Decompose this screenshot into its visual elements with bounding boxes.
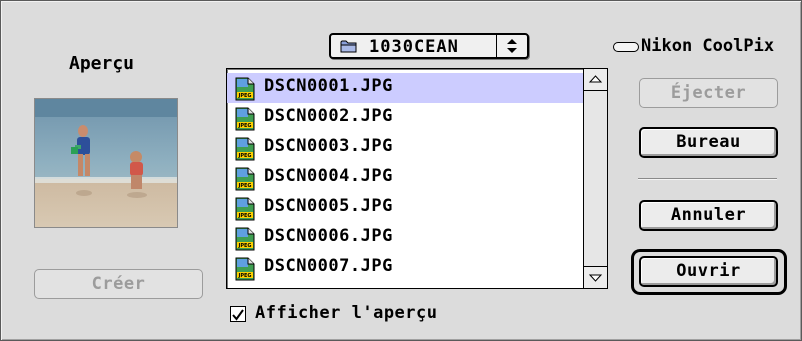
- vertical-scrollbar[interactable]: [583, 69, 607, 288]
- up-down-arrows-icon: [496, 35, 527, 57]
- file-name: DSCN0007.JPG: [264, 256, 393, 276]
- file-row[interactable]: JPEG DSCN0004.JPG: [227, 163, 583, 193]
- file-name: DSCN0004.JPG: [264, 166, 393, 186]
- jpeg-file-icon: JPEG: [235, 137, 255, 161]
- svg-text:JPEG: JPEG: [237, 183, 251, 189]
- desktop-button[interactable]: Bureau: [639, 127, 778, 158]
- svg-text:JPEG: JPEG: [237, 153, 251, 159]
- jpeg-file-icon: JPEG: [235, 167, 255, 191]
- file-row[interactable]: JPEG DSCN0007.JPG: [227, 253, 583, 283]
- scroll-up-button[interactable]: [584, 69, 607, 91]
- file-row[interactable]: JPEG DSCN0002.JPG: [227, 103, 583, 133]
- jpeg-file-icon: JPEG: [235, 227, 255, 251]
- preview-title: Aperçu: [69, 53, 135, 74]
- file-name: DSCN0001.JPG: [264, 76, 393, 96]
- file-row[interactable]: JPEG DSCN0005.JPG: [227, 193, 583, 223]
- scroll-down-arrow-icon: [588, 274, 603, 282]
- file-name: DSCN0003.JPG: [264, 136, 393, 156]
- cancel-button[interactable]: Annuler: [639, 200, 778, 231]
- svg-text:JPEG: JPEG: [237, 243, 251, 249]
- checkmark-icon: [232, 309, 244, 321]
- create-button[interactable]: Créer: [34, 269, 203, 299]
- svg-text:JPEG: JPEG: [237, 273, 251, 279]
- file-name: DSCN0002.JPG: [264, 106, 393, 126]
- file-row[interactable]: JPEG DSCN0003.JPG: [227, 133, 583, 163]
- file-name: DSCN0006.JPG: [264, 226, 393, 246]
- eject-button[interactable]: Éjecter: [639, 78, 778, 108]
- preview-image: [34, 98, 178, 228]
- svg-text:JPEG: JPEG: [237, 213, 251, 219]
- file-list[interactable]: JPEG DSCN0001.JPG JPEG DSCN0002.JPG JPEG: [226, 68, 608, 289]
- show-preview-label: Afficher l'aperçu: [255, 303, 438, 323]
- svg-text:JPEG: JPEG: [237, 93, 251, 99]
- volume-popup-label: 1030CEAN: [369, 37, 459, 57]
- volume-name-label: Nikon CoolPix: [641, 36, 775, 56]
- disk-drive-icon: [613, 42, 639, 52]
- file-row[interactable]: JPEG DSCN0006.JPG: [227, 223, 583, 253]
- open-button[interactable]: Ouvrir: [639, 256, 778, 287]
- file-name: DSCN0005.JPG: [264, 196, 393, 216]
- jpeg-file-icon: JPEG: [235, 197, 255, 221]
- folder-icon: [340, 40, 357, 53]
- file-row[interactable]: JPEG DSCN0001.JPG: [227, 73, 583, 103]
- divider: [638, 178, 777, 180]
- show-preview-checkbox[interactable]: [230, 306, 246, 322]
- jpeg-file-icon: JPEG: [235, 257, 255, 281]
- open-file-dialog: Aperçu Créer 1030CEAN JPEG DSCN0001.JPG …: [0, 0, 802, 341]
- scroll-down-button[interactable]: [584, 266, 607, 288]
- volume-popup-menu[interactable]: 1030CEAN: [329, 33, 529, 59]
- jpeg-file-icon: JPEG: [235, 77, 255, 101]
- jpeg-file-icon: JPEG: [235, 107, 255, 131]
- scroll-up-arrow-icon: [588, 75, 603, 83]
- svg-text:JPEG: JPEG: [237, 123, 251, 129]
